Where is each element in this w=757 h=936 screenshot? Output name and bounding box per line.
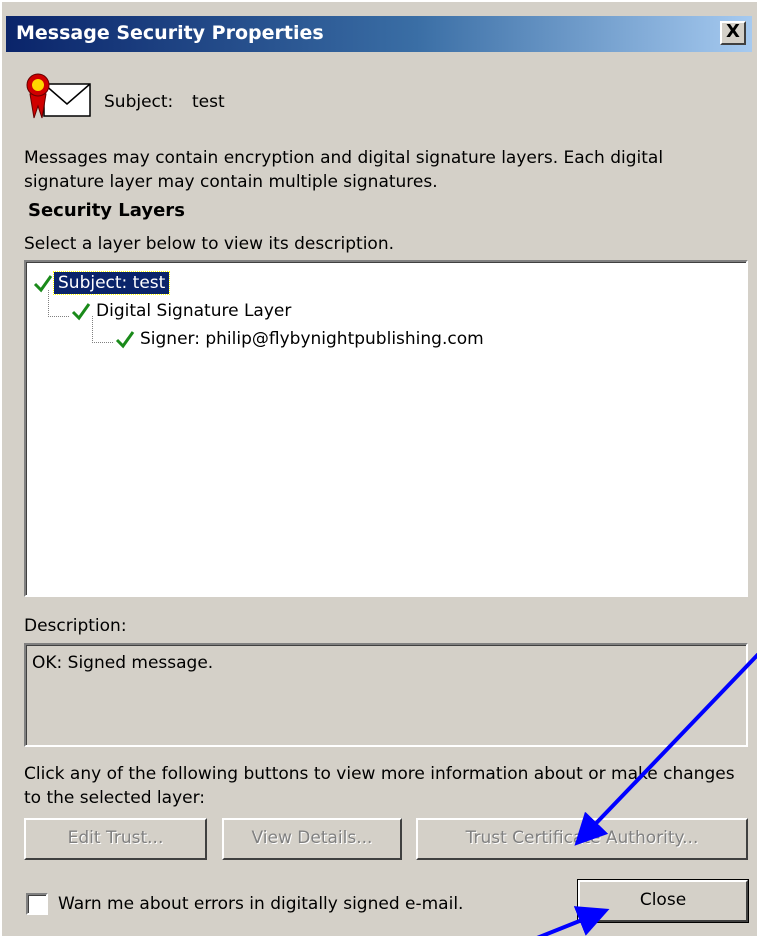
tree-item-label: Signer: philip@flybynightpublishing.com <box>140 329 484 349</box>
tree-item-label: Digital Signature Layer <box>96 301 292 321</box>
security-layers-heading: Security Layers <box>28 200 185 221</box>
warn-errors-checkbox[interactable] <box>26 893 48 915</box>
window-title: Message Security Properties <box>16 22 324 44</box>
tree-item-signer[interactable]: Signer: philip@flybynightpublishing.com <box>114 326 488 352</box>
message-security-dialog: Message Security Properties X Subject: t… <box>0 0 757 936</box>
description-box: OK: Signed message. <box>24 643 748 747</box>
trust-certificate-authority-button[interactable]: Trust Certificate Authority... <box>416 818 748 860</box>
warn-errors-label: Warn me about errors in digitally signed… <box>58 894 464 914</box>
description-value: OK: Signed message. <box>32 653 214 673</box>
title-bar: Message Security Properties X <box>6 16 752 52</box>
tree-item-label: Subject: test <box>52 271 171 295</box>
close-button[interactable]: Close <box>577 879 749 923</box>
security-layers-tree[interactable]: Subject: test Digital Signature Layer Si… <box>24 260 748 597</box>
description-label: Description: <box>24 616 127 636</box>
subject-label: Subject: <box>104 92 174 112</box>
title-close-button[interactable]: X <box>720 21 746 45</box>
intro-text: Messages may contain encryption and digi… <box>24 148 664 192</box>
check-icon <box>33 275 53 293</box>
check-icon <box>115 331 135 349</box>
certificate-envelope-icon <box>26 73 91 119</box>
security-layers-instruction: Select a layer below to view its descrip… <box>24 234 394 254</box>
buttons-instruction: Click any of the following buttons to vi… <box>24 764 735 808</box>
subject-value: test <box>192 92 225 112</box>
edit-trust-button[interactable]: Edit Trust... <box>24 818 207 860</box>
check-icon <box>71 303 91 321</box>
view-details-button[interactable]: View Details... <box>222 818 402 860</box>
tree-item-digital-signature-layer[interactable]: Digital Signature Layer <box>70 298 295 324</box>
tree-item-subject[interactable]: Subject: test <box>32 270 171 296</box>
